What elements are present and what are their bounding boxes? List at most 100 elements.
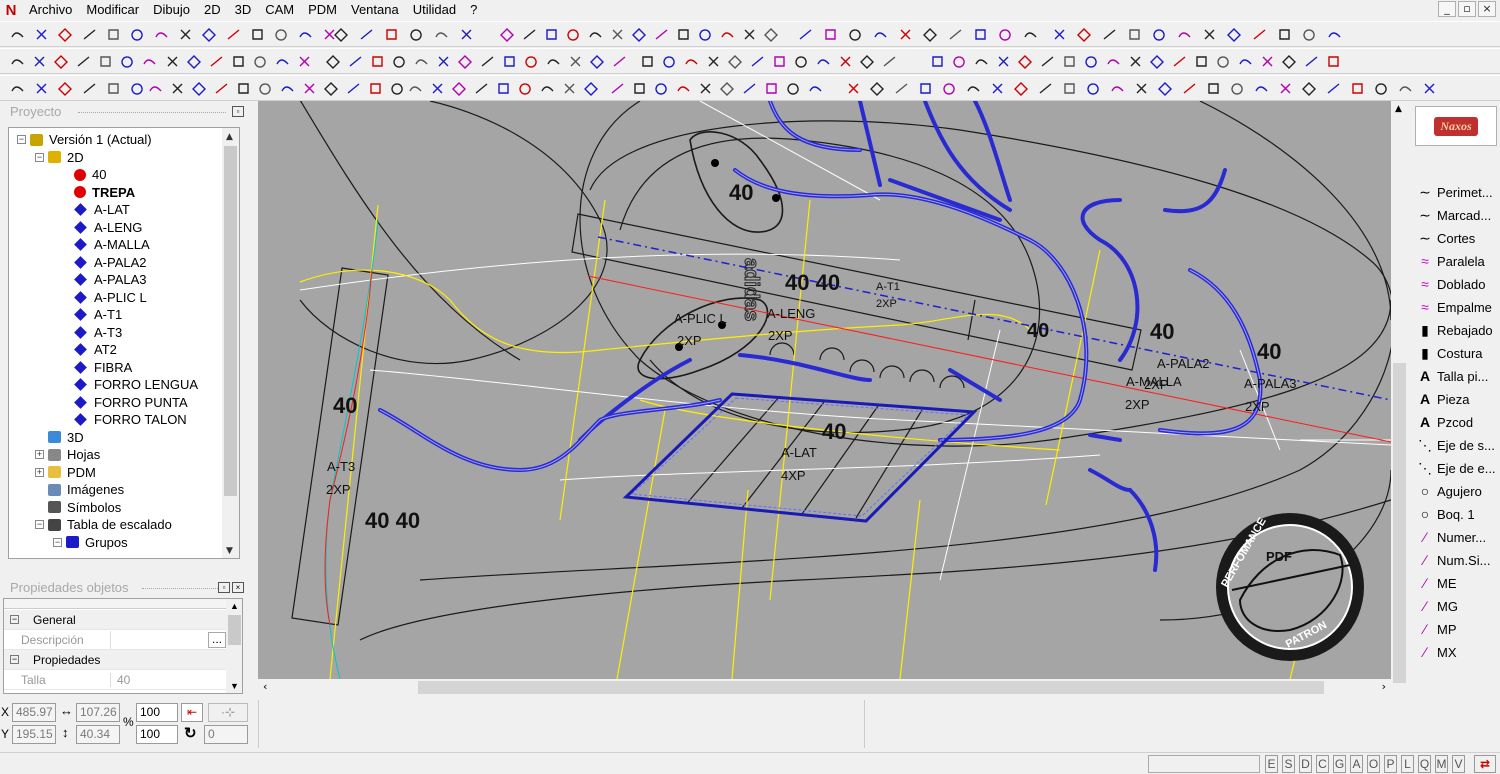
select-icon[interactable] (142, 54, 157, 69)
arrow-icon[interactable] (1023, 27, 1038, 42)
status-key-a[interactable]: A (1350, 755, 1363, 773)
mirror-icon[interactable] (106, 81, 121, 96)
status-key-c[interactable]: C (1316, 755, 1329, 773)
tree-item[interactable]: + Hojas (35, 446, 100, 464)
new-file-icon[interactable] (654, 27, 669, 42)
property-talla[interactable]: Talla 40 (4, 670, 226, 690)
tool-mp[interactable]: ∕ MP (1415, 618, 1457, 640)
property-value[interactable]: 40 (110, 672, 226, 687)
measure-icon[interactable] (632, 81, 647, 96)
piece-name-label[interactable]: A-PLIC L (674, 311, 727, 326)
tree-item[interactable]: FORRO LENGUA (73, 376, 198, 394)
shape-icon[interactable] (846, 81, 861, 96)
grid-icon[interactable] (1084, 54, 1099, 69)
menu-[interactable]: ? (463, 0, 484, 20)
pin-icon[interactable]: ▫ (232, 106, 244, 117)
shape-icon[interactable] (1014, 81, 1029, 96)
text-icon[interactable] (409, 27, 424, 42)
pattern-drawing[interactable]: adidas 40 40 40 A-T1 2XP A-PLIC L 2XP A-… (258, 101, 1391, 679)
tool-talla-pi[interactable]: A Talla pi... (1415, 365, 1488, 387)
settings-icon[interactable] (610, 81, 625, 96)
arc-icon[interactable] (34, 81, 49, 96)
scroll-up-icon[interactable]: ▲ (230, 601, 239, 611)
menu-3d[interactable]: 3D (228, 0, 259, 20)
size-label[interactable]: 40 (729, 180, 753, 205)
zoom-icon[interactable] (996, 54, 1011, 69)
piece-qty-label[interactable]: 2XP (326, 482, 351, 497)
tool-icon[interactable] (720, 27, 735, 42)
line-icon[interactable] (610, 27, 625, 42)
status-key-q[interactable]: Q (1418, 755, 1431, 773)
line-icon[interactable] (1277, 27, 1292, 42)
menu-cam[interactable]: CAM (258, 0, 301, 20)
menu-pdm[interactable]: PDM (301, 0, 344, 20)
arrow-icon[interactable] (1252, 27, 1267, 42)
menu-archivo[interactable]: Archivo (22, 0, 79, 20)
select-icon[interactable] (684, 54, 699, 69)
scroll-down-icon[interactable]: ▼ (230, 681, 239, 691)
close-icon[interactable]: × (232, 582, 244, 593)
arrow-icon[interactable] (798, 27, 813, 42)
text-icon[interactable] (1077, 27, 1092, 42)
grid-icon[interactable] (794, 54, 809, 69)
property-value[interactable] (110, 630, 208, 649)
select-icon[interactable] (546, 54, 561, 69)
open-folder-icon[interactable] (34, 27, 49, 42)
drawing-canvas[interactable]: adidas 40 40 40 A-T1 2XP A-PLIC L 2XP A-… (258, 101, 1391, 679)
measure-icon[interactable] (324, 81, 339, 96)
tree-item[interactable]: FORRO PUNTA (73, 394, 188, 412)
measure-icon[interactable] (786, 81, 801, 96)
tree-item[interactable]: A-LENG (73, 219, 142, 237)
pin-icon[interactable]: ▫ (218, 582, 230, 593)
tool-icon[interactable] (1177, 27, 1192, 42)
canvas-vertical-scrollbar[interactable]: ▲ (1391, 101, 1408, 683)
tool-icon[interactable] (1172, 54, 1187, 69)
arc-icon[interactable] (496, 81, 511, 96)
layer-icon[interactable] (187, 54, 202, 69)
measure-icon[interactable] (10, 81, 25, 96)
mirror-icon[interactable] (1398, 81, 1413, 96)
measure-icon[interactable] (1134, 81, 1149, 96)
tree-item[interactable]: FORRO TALON (73, 411, 187, 429)
status-key-o[interactable]: O (1367, 755, 1380, 773)
layer-icon[interactable] (728, 54, 743, 69)
zoom-icon[interactable] (838, 54, 853, 69)
tool-icon[interactable] (1374, 81, 1389, 96)
save-icon[interactable] (698, 27, 713, 42)
mirror-icon[interactable] (1062, 81, 1077, 96)
layer-icon[interactable] (590, 54, 605, 69)
tool-icon[interactable] (209, 54, 224, 69)
menu-dibujo[interactable]: Dibujo (146, 0, 197, 20)
curve-icon[interactable] (544, 27, 559, 42)
status-key-p[interactable]: P (1384, 755, 1397, 773)
tree-scrollbar[interactable]: ▲ ▼ (222, 128, 239, 558)
tool-pieza[interactable]: A Pieza (1415, 388, 1470, 410)
piece-name-label[interactable]: A-PALA3 (1244, 376, 1297, 391)
piece-name-label[interactable]: A-PALA2 (1157, 356, 1210, 371)
layer-icon[interactable] (1282, 54, 1297, 69)
zoom-icon[interactable] (436, 54, 451, 69)
line-icon[interactable] (384, 27, 399, 42)
scroll-thumb[interactable] (418, 681, 1324, 694)
open-folder-icon[interactable] (250, 27, 265, 42)
zoom-icon[interactable] (32, 54, 47, 69)
new-file-icon[interactable] (1102, 27, 1117, 42)
node-icon[interactable] (930, 54, 945, 69)
canvas-horizontal-scrollbar[interactable]: ‹ › (258, 679, 1391, 696)
piece-qty-label[interactable]: 2XP (768, 328, 793, 343)
arrow-icon[interactable] (588, 27, 603, 42)
zoom-icon[interactable] (742, 81, 757, 96)
tool-rebajado[interactable]: ▮ Rebajado (1415, 319, 1493, 341)
circle-icon[interactable] (764, 27, 779, 42)
tree-item[interactable]: − 2D (35, 149, 84, 167)
tree-item[interactable]: AT2 (73, 341, 117, 359)
circle-icon[interactable] (334, 27, 349, 42)
tool-pzcod[interactable]: A Pzcod (1415, 411, 1473, 433)
curve-icon[interactable] (742, 27, 757, 42)
move-icon[interactable]: ·⊹ (208, 703, 248, 722)
scroll-thumb[interactable] (228, 615, 241, 645)
save-icon[interactable] (274, 27, 289, 42)
menu-2d[interactable]: 2D (197, 0, 228, 20)
status-key-m[interactable]: M (1435, 755, 1448, 773)
node-icon[interactable] (1194, 54, 1209, 69)
